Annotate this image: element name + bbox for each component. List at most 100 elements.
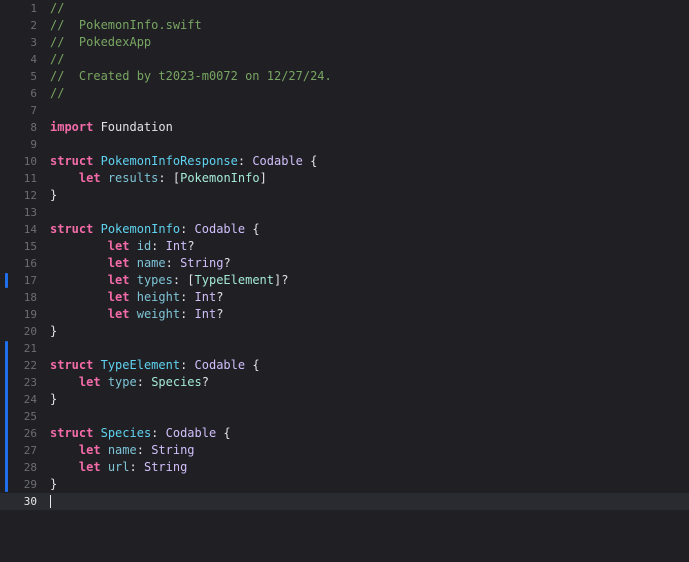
comment-token: // PokedexApp	[50, 35, 152, 49]
keyword-token: let	[107, 239, 130, 253]
code-text[interactable]: let name: String?	[50, 255, 231, 272]
comment-token: // PokemonInfo.swift	[50, 18, 202, 32]
line-number: 13	[23, 206, 37, 219]
code-line[interactable]: 29}	[0, 476, 689, 493]
code-line[interactable]: 3 // PokedexApp	[0, 34, 689, 51]
code-line[interactable]: 5 // Created by t2023-m0072 on 12/27/24.	[0, 68, 689, 85]
code-text[interactable]: let type: Species?	[50, 374, 209, 391]
code-text[interactable]: }	[50, 323, 57, 340]
code-text[interactable]: struct Species: Codable {	[50, 425, 231, 442]
code-token: ]	[259, 171, 267, 185]
code-editor[interactable]: 1 // 2 // PokemonInfo.swift 3 // PokedexApp 4 /…	[0, 0, 689, 562]
code-line[interactable]: 25	[0, 408, 689, 425]
code-line[interactable]: 22 struct TypeElement: Codable {	[0, 357, 689, 374]
code-line[interactable]: 1 //	[0, 0, 689, 17]
code-line[interactable]: 21	[0, 340, 689, 357]
code-text[interactable]: let url: String	[50, 459, 187, 476]
code-text[interactable]: // PokedexApp	[50, 34, 151, 51]
text-cursor	[50, 495, 51, 508]
code-token: :	[129, 460, 144, 474]
code-line[interactable]: 13	[0, 204, 689, 221]
code-line[interactable]: 26 struct Species: Codable {	[0, 425, 689, 442]
change-indicator-bar[interactable]	[5, 273, 8, 288]
code-line[interactable]: 19 let weight: Int?	[0, 306, 689, 323]
code-line[interactable]: 16 let name: String?	[0, 255, 689, 272]
code-text[interactable]: }	[50, 476, 57, 493]
type-token: Codable	[194, 358, 246, 372]
code-line[interactable]: 18 let height: Int?	[0, 289, 689, 306]
code-text[interactable]: import Foundation	[50, 119, 173, 136]
code-line[interactable]: 30	[0, 493, 689, 510]
code-text[interactable]: struct TypeElement: Codable {	[50, 357, 260, 374]
code-line[interactable]: 12}	[0, 187, 689, 204]
type-token: String	[143, 460, 188, 474]
line-number: 16	[23, 257, 37, 270]
code-token: ?	[201, 375, 209, 389]
code-line[interactable]: 24}	[0, 391, 689, 408]
code-token: ?	[223, 256, 231, 270]
code-line[interactable]: 28 let url: String	[0, 459, 689, 476]
code-text[interactable]: struct PokemonInfo: Codable {	[50, 221, 260, 238]
code-line[interactable]: 9	[0, 136, 689, 153]
code-text[interactable]: let name: String	[50, 442, 195, 459]
type-reference-token: TypeElement	[194, 273, 275, 287]
code-token: }	[50, 392, 58, 406]
code-line[interactable]: 14 struct PokemonInfo: Codable {	[0, 221, 689, 238]
keyword-token: struct	[50, 222, 94, 236]
comment-token: //	[50, 1, 65, 15]
comment-token: //	[50, 52, 65, 66]
line-number: 1	[30, 2, 37, 15]
type-declaration-token: PokemonInfo	[100, 222, 181, 236]
code-text[interactable]: //	[50, 51, 64, 68]
code-line[interactable]: 2 // PokemonInfo.swift	[0, 17, 689, 34]
code-text[interactable]: let types: [TypeElement]?	[50, 272, 289, 289]
code-line[interactable]: 17 let types: [TypeElement]?	[0, 272, 689, 289]
keyword-token: let	[78, 375, 101, 389]
code-token: }	[50, 324, 58, 338]
code-text[interactable]: // PokemonInfo.swift	[50, 17, 202, 34]
code-line[interactable]: 8 import Foundation	[0, 119, 689, 136]
type-declaration-token: TypeElement	[100, 358, 181, 372]
line-number: 6	[30, 87, 37, 100]
code-line[interactable]: 11 let results: [PokemonInfo]	[0, 170, 689, 187]
property-token: type	[107, 375, 137, 389]
code-text[interactable]: }	[50, 391, 57, 408]
type-token: Codable	[165, 426, 217, 440]
code-line[interactable]: 6 //	[0, 85, 689, 102]
property-token: results	[107, 171, 159, 185]
code-token: : [	[172, 273, 195, 287]
code-text[interactable]: //	[50, 0, 64, 17]
code-line[interactable]: 7	[0, 102, 689, 119]
code-text[interactable]: let height: Int?	[50, 289, 224, 306]
code-line[interactable]: 27 let name: String	[0, 442, 689, 459]
code-text[interactable]: struct PokemonInfoResponse: Codable {	[50, 153, 317, 170]
code-line[interactable]: 20}	[0, 323, 689, 340]
line-number: 4	[30, 53, 37, 66]
code-line[interactable]: 15 let id: Int?	[0, 238, 689, 255]
code-text[interactable]: }	[50, 187, 57, 204]
code-token: }	[50, 188, 58, 202]
code-token: :	[136, 375, 152, 389]
code-text[interactable]: let id: Int?	[50, 238, 195, 255]
change-indicator-bar[interactable]	[5, 341, 8, 492]
code-text[interactable]: // Created by t2023-m0072 on 12/27/24.	[50, 68, 332, 85]
code-text[interactable]: let results: [PokemonInfo]	[50, 170, 267, 187]
code-line[interactable]: 23 let type: Species?	[0, 374, 689, 391]
code-text[interactable]: //	[50, 85, 64, 102]
property-token: url	[107, 460, 130, 474]
code-line[interactable]: 10 struct PokemonInfoResponse: Codable {	[0, 153, 689, 170]
line-number: 18	[23, 291, 37, 304]
code-text[interactable]: let weight: Int?	[50, 306, 224, 323]
code-token: ?	[216, 290, 224, 304]
code-line[interactable]: 4 //	[0, 51, 689, 68]
type-declaration-token: Species	[100, 426, 152, 440]
type-declaration-token: PokemonInfoResponse	[100, 154, 238, 168]
